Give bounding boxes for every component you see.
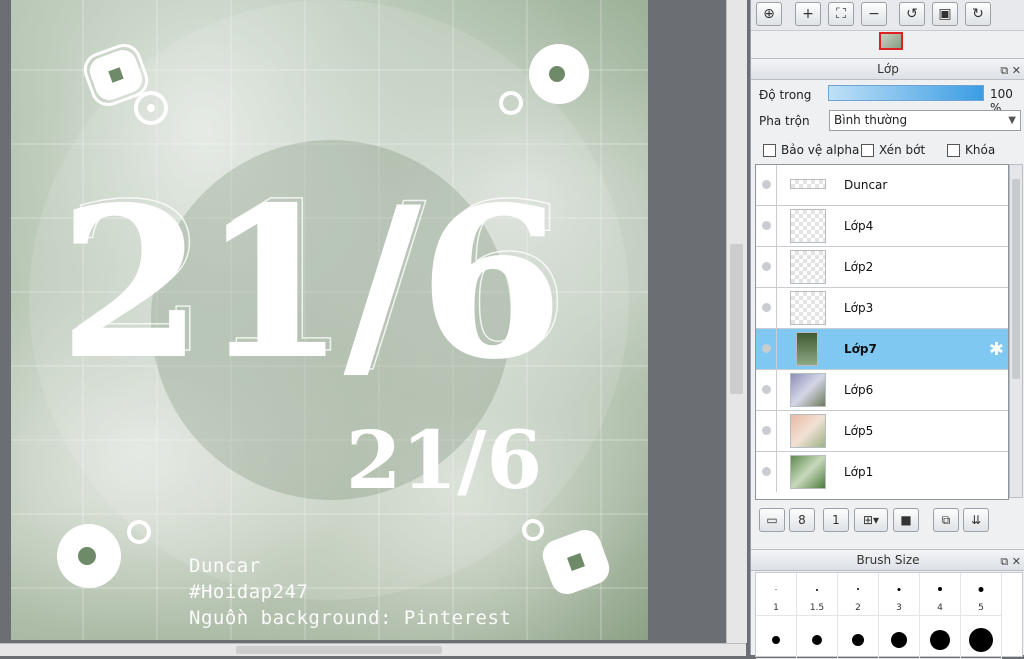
visibility-icon[interactable] bbox=[762, 385, 771, 394]
undock-icon[interactable]: ⧉ bbox=[1000, 64, 1008, 77]
layer-thumbnail bbox=[790, 414, 826, 448]
close-icon[interactable]: ✕ bbox=[1012, 555, 1021, 568]
canvas-horizontal-scrollbar[interactable] bbox=[0, 643, 746, 656]
right-panel: ⊕ + ⛶ − ↺ ▣ ↻ Lớp ⧉ ✕ Độ trong 100 % Pha… bbox=[750, 0, 1024, 659]
protect-alpha-checkbox[interactable]: Bảo vệ alpha bbox=[763, 143, 859, 157]
brush-size-cell[interactable] bbox=[838, 616, 879, 659]
big-date-outline: 21/6 bbox=[66, 159, 569, 399]
fit-screen-icon[interactable]: ⛶ bbox=[828, 2, 854, 26]
brush-size-cell[interactable]: 4 bbox=[920, 573, 961, 616]
close-icon[interactable]: ✕ bbox=[1012, 64, 1021, 77]
brush-size-cell[interactable] bbox=[879, 616, 920, 659]
add-layer-menu-icon[interactable]: ⊞▾ bbox=[854, 508, 888, 532]
small-date-text: 21/6 bbox=[346, 413, 542, 507]
brush-size-cell[interactable] bbox=[797, 616, 838, 659]
brush-size-panel-title: Brush Size ⧉ ✕ bbox=[751, 549, 1024, 571]
brush-size-cell[interactable] bbox=[756, 616, 797, 659]
layer-scroll-thumb[interactable] bbox=[1012, 179, 1020, 379]
zoom-out-icon[interactable]: − bbox=[861, 2, 887, 26]
layer-name: Lớp7 bbox=[844, 342, 877, 356]
caption-line-2: #Hoidap247 bbox=[189, 581, 309, 603]
layer-row[interactable]: Lớp5 bbox=[756, 411, 1008, 452]
chevron-down-icon: ▼ bbox=[1008, 115, 1016, 126]
layer-row[interactable]: Duncar bbox=[756, 165, 1008, 206]
brush-size-cell[interactable]: 5 bbox=[961, 573, 1002, 616]
brush-size-cell[interactable]: 2 bbox=[838, 573, 879, 616]
layer-tools: ▭ 8 1 ⊞▾ ■ ⧉ ⇊ bbox=[751, 506, 1024, 536]
caption-line-1: Duncar bbox=[189, 555, 261, 577]
layer-row[interactable]: Lớp1 bbox=[756, 452, 1008, 493]
canvas-area[interactable]: 21/6 21/6 21/6 Duncar #Hoidap247 Nguồn b… bbox=[0, 0, 726, 643]
brush-size-cell[interactable]: 3 bbox=[879, 573, 920, 616]
layer-thumbnail bbox=[790, 179, 826, 189]
layer-name: Lớp2 bbox=[844, 260, 874, 274]
layer-thumbnail bbox=[790, 455, 826, 489]
layer-thumbnail bbox=[790, 209, 826, 243]
opacity-label: Độ trong bbox=[759, 88, 812, 102]
brush-size-cell[interactable]: 1.5 bbox=[797, 573, 838, 616]
actual-size-icon[interactable]: ▣ bbox=[932, 2, 958, 26]
layer-row-selected[interactable]: Lớp7 ✱ bbox=[756, 329, 1008, 370]
undock-icon[interactable]: ⧉ bbox=[1000, 555, 1008, 568]
layer-panel-title: Lớp ⧉ ✕ bbox=[751, 58, 1024, 80]
rotate-right-icon[interactable]: ↻ bbox=[965, 2, 991, 26]
zoom-fit-icon[interactable]: ⊕ bbox=[756, 2, 782, 26]
brush-size-cell[interactable] bbox=[961, 616, 1002, 659]
layer-row[interactable]: Lớp6 bbox=[756, 370, 1008, 411]
blend-mode-select[interactable]: Bình thường ▼ bbox=[829, 110, 1021, 131]
layer-list: Duncar Lớp4 Lớp2 Lớp3 Lớp7 ✱ Lớp6 Lớp5 L… bbox=[755, 164, 1009, 500]
rotate-left-icon[interactable]: ↺ bbox=[899, 2, 925, 26]
visibility-icon[interactable] bbox=[762, 221, 771, 230]
new-layer-icon[interactable]: ▭ bbox=[759, 508, 785, 532]
hscroll-thumb[interactable] bbox=[236, 646, 442, 654]
folder-icon[interactable]: ■ bbox=[893, 508, 919, 532]
navigator-toolbar: ⊕ + ⛶ − ↺ ▣ ↻ bbox=[751, 0, 1024, 31]
layer-thumbnail bbox=[790, 291, 826, 325]
caption-line-3: Nguồn background: Pinterest bbox=[189, 607, 512, 629]
duplicate-layer-icon[interactable]: ⧉ bbox=[933, 508, 959, 532]
layer-name: Lớp3 bbox=[844, 301, 874, 315]
artboard[interactable]: 21/6 21/6 21/6 Duncar #Hoidap247 Nguồn b… bbox=[11, 0, 648, 640]
brush-size-grid: 1 1.5 2 3 4 5 bbox=[755, 572, 1023, 659]
lock-checkbox[interactable]: Khóa bbox=[947, 143, 995, 157]
new-8bit-layer-icon[interactable]: 8 bbox=[789, 508, 815, 532]
vscroll-thumb[interactable] bbox=[730, 244, 743, 394]
artwork-overlay: 21/6 21/6 21/6 bbox=[11, 0, 648, 640]
visibility-icon[interactable] bbox=[762, 262, 771, 271]
layer-list-scrollbar[interactable] bbox=[1009, 164, 1023, 498]
visibility-icon[interactable] bbox=[762, 467, 771, 476]
layer-thumbnail bbox=[790, 373, 826, 407]
layer-name: Lớp1 bbox=[844, 465, 874, 479]
layer-name: Duncar bbox=[844, 178, 888, 192]
layer-row[interactable]: Lớp4 bbox=[756, 206, 1008, 247]
canvas-vertical-scrollbar[interactable] bbox=[726, 0, 747, 643]
layer-thumbnail bbox=[790, 250, 826, 284]
blend-label: Pha trộn bbox=[759, 114, 810, 128]
new-1bit-layer-icon[interactable]: 1 bbox=[823, 508, 849, 532]
brush-size-cell[interactable]: 1 bbox=[756, 573, 797, 616]
clipping-checkbox[interactable]: Xén bớt bbox=[861, 143, 925, 157]
layer-name: Lớp6 bbox=[844, 383, 874, 397]
brush-size-cell[interactable] bbox=[920, 616, 961, 659]
merge-layer-icon[interactable]: ⇊ bbox=[963, 508, 989, 532]
layer-row[interactable]: Lớp2 bbox=[756, 247, 1008, 288]
visibility-icon[interactable] bbox=[762, 344, 771, 353]
visibility-icon[interactable] bbox=[762, 180, 771, 189]
visibility-icon[interactable] bbox=[762, 426, 771, 435]
layer-thumbnail bbox=[796, 332, 818, 366]
layer-name: Lớp5 bbox=[844, 424, 874, 438]
layer-name: Lớp4 bbox=[844, 219, 874, 233]
layer-row[interactable]: Lớp3 bbox=[756, 288, 1008, 329]
gear-icon[interactable]: ✱ bbox=[989, 339, 1004, 360]
zoom-in-icon[interactable]: + bbox=[795, 2, 821, 26]
navigator-thumbnail[interactable] bbox=[879, 32, 903, 50]
opacity-slider[interactable] bbox=[828, 85, 984, 101]
visibility-icon[interactable] bbox=[762, 303, 771, 312]
